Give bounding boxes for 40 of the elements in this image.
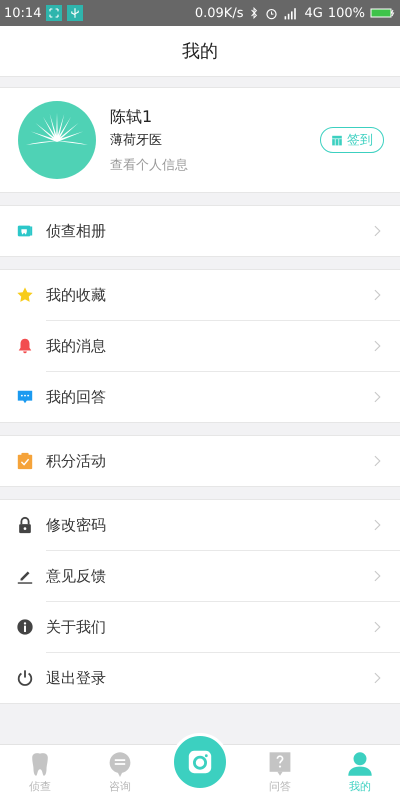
menu-row[interactable]: 积分活动 bbox=[0, 436, 400, 486]
calendar-icon bbox=[331, 134, 343, 146]
star-icon bbox=[16, 286, 34, 304]
menu-row[interactable]: 修改密码 bbox=[0, 500, 400, 550]
page-title: 我的 bbox=[182, 40, 218, 63]
usb-icon bbox=[67, 5, 84, 21]
clinic-name: 薄荷牙医 bbox=[110, 132, 163, 148]
menu-label: 侦查相册 bbox=[46, 222, 107, 240]
menu-label: 关于我们 bbox=[46, 618, 107, 636]
chat-bubble-icon bbox=[16, 388, 34, 406]
network-speed: 0.09K/s bbox=[194, 6, 244, 20]
menu-row[interactable]: 退出登录 bbox=[0, 653, 400, 703]
alarm-icon bbox=[265, 6, 278, 20]
battery-level: 100% bbox=[328, 6, 365, 20]
scan-icon bbox=[46, 5, 62, 21]
calendar-check-icon bbox=[16, 452, 34, 470]
clock: 10:14 bbox=[4, 6, 42, 20]
camera-icon bbox=[186, 748, 214, 776]
menu-label: 我的消息 bbox=[46, 336, 107, 356]
menu-row[interactable]: 我的回答 bbox=[0, 372, 400, 422]
menu-row[interactable]: 关于我们 bbox=[0, 602, 400, 652]
power-icon bbox=[16, 669, 34, 687]
user-name: 陈轼1 bbox=[110, 106, 154, 128]
menu-row[interactable]: 侦查相册 bbox=[0, 206, 400, 256]
question-icon bbox=[267, 751, 293, 777]
menu-row[interactable]: 我的消息 bbox=[0, 321, 400, 371]
menu-label: 意见反馈 bbox=[46, 566, 107, 586]
lock-icon bbox=[16, 516, 34, 534]
menu-label: 积分活动 bbox=[46, 452, 107, 470]
menu-label: 我的收藏 bbox=[46, 286, 107, 304]
menu-row[interactable]: 意见反馈 bbox=[0, 551, 400, 601]
bell-icon bbox=[16, 337, 34, 355]
menu-label: 退出登录 bbox=[46, 668, 107, 688]
menu-label: 修改密码 bbox=[46, 516, 107, 534]
menu-label: 我的回答 bbox=[46, 388, 107, 406]
person-icon bbox=[347, 751, 373, 777]
info-icon bbox=[16, 618, 34, 636]
chat-icon bbox=[107, 751, 133, 777]
menu-row[interactable]: 我的收藏 bbox=[0, 270, 400, 320]
network-type: 4G bbox=[304, 6, 323, 20]
